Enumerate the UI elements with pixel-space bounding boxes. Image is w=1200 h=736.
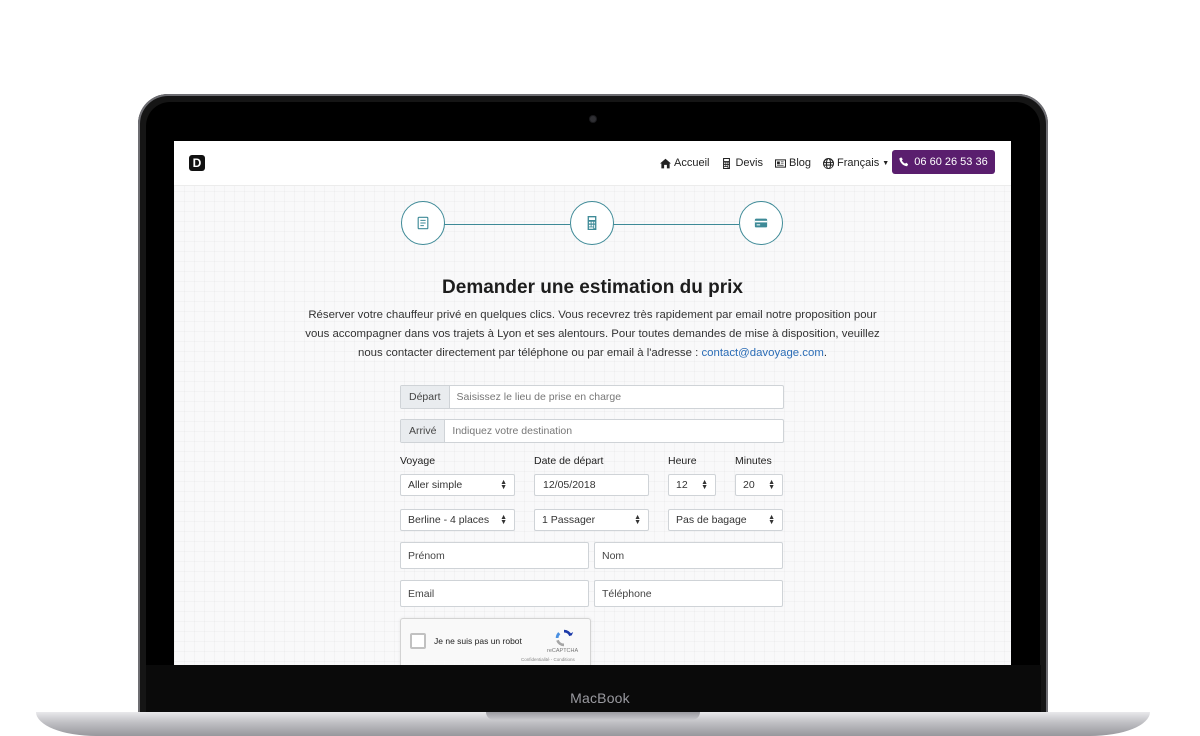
arrive-input[interactable] [445, 420, 783, 442]
prenom-field [400, 542, 589, 569]
prenom-input[interactable] [401, 543, 588, 568]
bagages-select[interactable]: Pas de bagage ▲ ▼ [668, 509, 783, 531]
phone-button[interactable]: 06 60 26 53 36 [892, 150, 995, 174]
navbar: D Accueil Devis Blog Français ▼ 06 60 26… [174, 141, 1011, 186]
recaptcha-widget: Je ne suis pas un robot reCAPTCHA Confid… [400, 618, 591, 665]
select-arrows-icon: ▲ ▼ [701, 479, 708, 491]
date-value: 12/05/2018 [543, 479, 596, 491]
calculator-icon [587, 216, 597, 230]
recaptcha-logo-icon [555, 629, 574, 647]
home-icon [660, 158, 671, 168]
recaptcha-checkbox[interactable] [410, 633, 426, 649]
nav-item-accueil[interactable]: Accueil [660, 157, 709, 169]
depart-label: Départ [401, 386, 450, 408]
nav-item-label: Devis [735, 157, 763, 169]
nom-input[interactable] [595, 543, 782, 568]
progress-steps [400, 201, 784, 247]
nav-item-label: Français [837, 157, 880, 169]
laptop-brand: MacBook [570, 690, 630, 706]
vehicule-select[interactable]: Berline - 4 places ▲ ▼ [400, 509, 515, 531]
nav-item-label: Accueil [674, 157, 710, 169]
depart-input[interactable] [449, 386, 783, 408]
bagages-value: Pas de bagage [676, 514, 747, 526]
nav-item-language[interactable]: Français ▼ [823, 157, 889, 169]
select-arrows-icon: ▲ ▼ [634, 514, 641, 526]
page-intro: Réserver votre chauffeur privé en quelqu… [304, 306, 881, 363]
camera-icon [590, 116, 596, 122]
minutes-select[interactable]: 20 ▲ ▼ [735, 474, 783, 496]
select-arrows-icon: ▲ ▼ [768, 479, 775, 491]
voyage-select[interactable]: Aller simple ▲ ▼ [400, 474, 515, 496]
select-arrows-icon: ▲ ▼ [500, 479, 507, 491]
select-arrows-icon: ▲ ▼ [500, 514, 507, 526]
date-input[interactable]: 12/05/2018 [534, 474, 649, 496]
minutes-value: 20 [743, 479, 755, 491]
globe-icon [823, 157, 835, 169]
logo[interactable]: D [189, 155, 205, 171]
email-field [400, 580, 589, 607]
voyage-label: Voyage [400, 455, 436, 467]
nav-item-label: Blog [788, 157, 812, 169]
nav-links: Accueil Devis Blog Français ▼ [660, 141, 889, 185]
recaptcha-links[interactable]: Confidentialité - Conditions [521, 657, 575, 662]
step-connector [444, 224, 570, 225]
step-3 [739, 201, 783, 245]
depart-group: Départ [400, 385, 784, 409]
form-icon [417, 216, 429, 230]
vehicule-value: Berline - 4 places [408, 514, 490, 526]
nav-item-devis[interactable]: Devis [721, 157, 763, 169]
voyage-value: Aller simple [408, 479, 463, 491]
heure-value: 12 [676, 479, 688, 491]
telephone-input[interactable] [595, 581, 782, 606]
phone-number: 06 60 26 53 36 [914, 156, 988, 168]
nom-field [594, 542, 783, 569]
step-1 [401, 201, 445, 245]
contact-email-link[interactable]: contact@davoyage.com [701, 347, 823, 359]
arrive-label: Arrivé [401, 420, 446, 442]
calculator-icon [723, 157, 731, 169]
heure-label: Heure [668, 455, 697, 467]
chevron-down-icon: ▼ [882, 159, 890, 167]
date-label: Date de départ [534, 455, 604, 467]
minutes-label: Minutes [735, 455, 772, 467]
email-input[interactable] [401, 581, 588, 606]
step-2 [570, 201, 614, 245]
intro-end: . [823, 347, 827, 359]
recaptcha-brand: reCAPTCHA [547, 648, 579, 654]
screen: D Accueil Devis Blog Français ▼ 06 60 26… [174, 141, 1011, 665]
telephone-field [594, 580, 783, 607]
select-arrows-icon: ▲ ▼ [768, 514, 775, 526]
passagers-value: 1 Passager [542, 514, 596, 526]
step-connector [613, 224, 739, 225]
nav-item-blog[interactable]: Blog [774, 157, 812, 169]
arrive-group: Arrivé [400, 419, 784, 443]
heure-select[interactable]: 12 ▲ ▼ [668, 474, 716, 496]
page-title: Demander une estimation du prix [442, 277, 743, 298]
laptop-notch [486, 712, 700, 720]
credit-card-icon [754, 218, 768, 228]
passagers-select[interactable]: 1 Passager ▲ ▼ [534, 509, 649, 531]
newspaper-icon [774, 158, 786, 168]
phone-icon [899, 157, 909, 167]
recaptcha-label: Je ne suis pas un robot [434, 636, 522, 646]
